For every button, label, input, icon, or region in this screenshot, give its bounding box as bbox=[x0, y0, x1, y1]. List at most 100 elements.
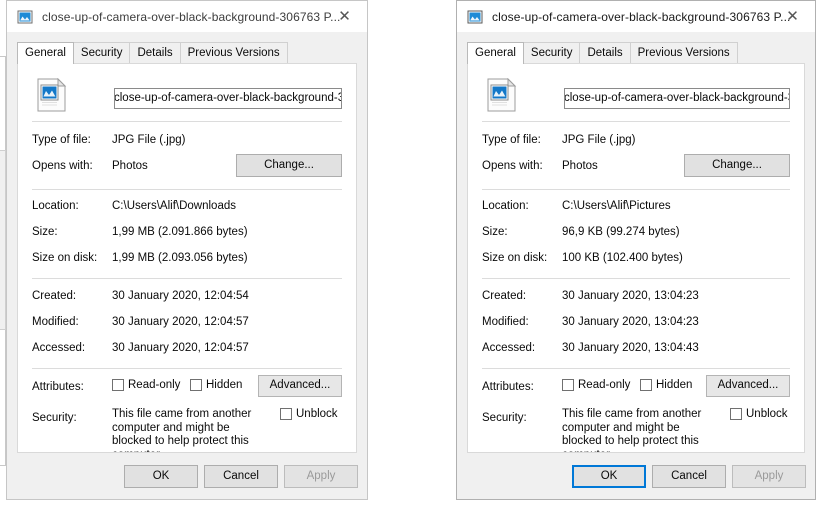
apply-button-right[interactable]: Apply bbox=[732, 465, 806, 488]
cancel-button-right[interactable]: Cancel bbox=[652, 465, 726, 488]
titlebar-right[interactable]: close-up-of-camera-over-black-background… bbox=[457, 1, 815, 32]
separator-1-right bbox=[482, 121, 790, 122]
tab-general-left[interactable]: General bbox=[17, 42, 74, 64]
tabstrip-left: General Security Details Previous Versio… bbox=[17, 42, 357, 64]
tab-details-right[interactable]: Details bbox=[579, 42, 631, 63]
tab-previous-versions-left[interactable]: Previous Versions bbox=[179, 42, 288, 63]
change-button-left[interactable]: Change... bbox=[236, 154, 342, 177]
separator-3-left bbox=[32, 278, 342, 279]
label-location: Location: bbox=[482, 200, 529, 212]
image-file-icon bbox=[17, 9, 33, 25]
readonly-checkbox-left[interactable]: Read-only bbox=[112, 379, 180, 391]
row-type-of-file-left: Type of file: JPG File (.jpg) bbox=[32, 134, 342, 150]
checkbox-icon bbox=[112, 379, 124, 391]
label-modified: Modified: bbox=[32, 316, 79, 328]
checkbox-icon bbox=[280, 408, 292, 420]
label-attributes: Attributes: bbox=[32, 381, 84, 393]
command-bar-right: OK Cancel Apply bbox=[457, 455, 815, 499]
value-location: C:\Users\Alif\Pictures bbox=[562, 200, 671, 212]
label-created: Created: bbox=[32, 290, 77, 302]
row-modified-right: Modified: 30 January 2020, 13:04:23 bbox=[482, 316, 790, 332]
image-file-icon bbox=[467, 9, 483, 25]
value-created: 30 January 2020, 13:04:23 bbox=[562, 290, 699, 302]
value-size-on-disk: 1,99 MB (2.093.056 bytes) bbox=[112, 252, 248, 264]
row-created-left: Created: 30 January 2020, 12:04:54 bbox=[32, 290, 342, 306]
value-size: 1,99 MB (2.091.866 bytes) bbox=[112, 226, 248, 238]
dialog-title-right: close-up-of-camera-over-black-background… bbox=[492, 9, 791, 24]
file-properties-dialog-right[interactable]: close-up-of-camera-over-black-background… bbox=[456, 0, 816, 500]
label-attributes: Attributes: bbox=[482, 381, 534, 393]
security-message-right: This file came from another computer and… bbox=[562, 408, 702, 452]
advanced-button-left[interactable]: Advanced... bbox=[258, 375, 342, 397]
command-bar-left: OK Cancel Apply bbox=[7, 455, 367, 499]
cancel-button-left[interactable]: Cancel bbox=[204, 465, 278, 488]
label-opens-with: Opens with: bbox=[32, 160, 93, 172]
row-accessed-right: Accessed: 30 January 2020, 13:04:43 bbox=[482, 342, 790, 358]
jpg-image-file-icon bbox=[486, 78, 518, 112]
ok-button-left[interactable]: OK bbox=[124, 465, 198, 488]
row-type-of-file-right: Type of file: JPG File (.jpg) bbox=[482, 134, 790, 150]
row-accessed-left: Accessed: 30 January 2020, 12:04:57 bbox=[32, 342, 342, 358]
row-location-left: Location: C:\Users\Alif\Downloads bbox=[32, 200, 342, 216]
row-created-right: Created: 30 January 2020, 13:04:23 bbox=[482, 290, 790, 306]
unblock-checkbox-left[interactable]: Unblock bbox=[280, 408, 338, 420]
ok-button-right[interactable]: OK bbox=[572, 465, 646, 488]
row-location-right: Location: C:\Users\Alif\Pictures bbox=[482, 200, 790, 216]
value-modified: 30 January 2020, 12:04:57 bbox=[112, 316, 249, 328]
separator-2-left bbox=[32, 189, 342, 190]
label-security: Security: bbox=[482, 412, 527, 424]
tab-general-right[interactable]: General bbox=[467, 42, 524, 64]
advanced-button-right[interactable]: Advanced... bbox=[706, 375, 790, 397]
value-accessed: 30 January 2020, 13:04:43 bbox=[562, 342, 699, 354]
label-type-of-file: Type of file: bbox=[32, 134, 91, 146]
hidden-checkbox-left[interactable]: Hidden bbox=[190, 379, 242, 391]
label-accessed: Accessed: bbox=[482, 342, 536, 354]
close-button-right[interactable]: ✕ bbox=[770, 1, 815, 32]
value-accessed: 30 January 2020, 12:04:57 bbox=[112, 342, 249, 354]
label-location: Location: bbox=[32, 200, 79, 212]
unblock-label: Unblock bbox=[296, 408, 338, 420]
row-size-on-disk-left: Size on disk: 1,99 MB (2.093.056 bytes) bbox=[32, 252, 342, 268]
separator-3-right bbox=[482, 278, 790, 279]
label-opens-with: Opens with: bbox=[482, 160, 543, 172]
value-created: 30 January 2020, 12:04:54 bbox=[112, 290, 249, 302]
tab-previous-versions-right[interactable]: Previous Versions bbox=[629, 42, 738, 63]
hidden-label: Hidden bbox=[206, 379, 243, 391]
label-created: Created: bbox=[482, 290, 527, 302]
label-size-on-disk: Size on disk: bbox=[32, 252, 98, 264]
label-security: Security: bbox=[32, 412, 77, 424]
hidden-checkbox-right[interactable]: Hidden bbox=[640, 379, 692, 391]
close-button-left[interactable]: ✕ bbox=[322, 1, 367, 32]
tab-security-left[interactable]: Security bbox=[72, 42, 131, 63]
value-modified: 30 January 2020, 13:04:23 bbox=[562, 316, 699, 328]
filename-input-left[interactable]: close-up-of-camera-over-black-background… bbox=[114, 88, 342, 109]
readonly-checkbox-right[interactable]: Read-only bbox=[562, 379, 630, 391]
checkbox-icon bbox=[190, 379, 202, 391]
tabpage-general-right: close-up-of-camera-over-black-background… bbox=[467, 63, 805, 453]
close-icon: ✕ bbox=[786, 7, 799, 25]
value-size: 96,9 KB (99.274 bytes) bbox=[562, 226, 680, 238]
tabpage-general-left: close-up-of-camera-over-black-background… bbox=[17, 63, 357, 453]
titlebar-left[interactable]: close-up-of-camera-over-black-background… bbox=[7, 1, 367, 32]
dialog-title-left: close-up-of-camera-over-black-background… bbox=[42, 9, 341, 24]
tab-details-left[interactable]: Details bbox=[129, 42, 181, 63]
separator-1-left bbox=[32, 121, 342, 122]
jpg-image-file-icon bbox=[36, 78, 68, 112]
change-button-right[interactable]: Change... bbox=[684, 154, 790, 177]
label-size: Size: bbox=[32, 226, 58, 238]
apply-button-left[interactable]: Apply bbox=[284, 465, 358, 488]
separator-4-left bbox=[32, 368, 342, 369]
filename-input-right[interactable]: close-up-of-camera-over-black-background… bbox=[564, 88, 790, 109]
row-modified-left: Modified: 30 January 2020, 12:04:57 bbox=[32, 316, 342, 332]
row-size-right: Size: 96,9 KB (99.274 bytes) bbox=[482, 226, 790, 242]
value-size-on-disk: 100 KB (102.400 bytes) bbox=[562, 252, 683, 264]
file-properties-dialog-left[interactable]: close-up-of-camera-over-black-background… bbox=[6, 0, 368, 500]
row-size-left: Size: 1,99 MB (2.091.866 bytes) bbox=[32, 226, 342, 242]
value-type-of-file: JPG File (.jpg) bbox=[562, 134, 636, 146]
unblock-checkbox-right[interactable]: Unblock bbox=[730, 408, 788, 420]
hidden-label: Hidden bbox=[656, 379, 693, 391]
label-accessed: Accessed: bbox=[32, 342, 86, 354]
security-message-left: This file came from another computer and… bbox=[112, 408, 252, 452]
tab-security-right[interactable]: Security bbox=[522, 42, 581, 63]
label-type-of-file: Type of file: bbox=[482, 134, 541, 146]
